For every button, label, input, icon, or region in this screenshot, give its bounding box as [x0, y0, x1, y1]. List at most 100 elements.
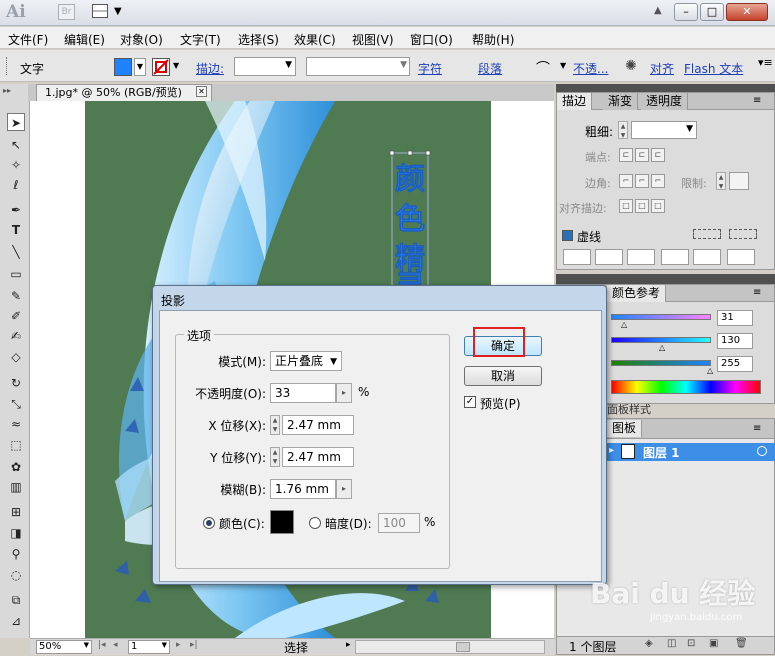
miter-join-icon[interactable]: ⌐ — [619, 174, 633, 188]
align-link[interactable]: 对齐 — [650, 60, 674, 77]
blue-value-field[interactable]: 255 — [717, 356, 753, 372]
close-tab-icon[interactable]: ✕ — [196, 86, 207, 97]
graph-tool-icon[interactable]: ▥ — [7, 478, 25, 496]
new-layer-icon[interactable]: ▣ — [709, 638, 718, 649]
menu-help[interactable]: 帮助(H) — [472, 31, 514, 48]
locate-object-icon[interactable]: ◈ — [645, 638, 653, 649]
new-sublayer-icon[interactable]: ⊡ — [687, 638, 695, 649]
control-panel-menu-icon[interactable]: ▾≡ — [758, 56, 773, 69]
toolbox-collapse-icon[interactable]: ▸▸ — [3, 86, 11, 95]
panel-dock-header[interactable] — [556, 84, 775, 92]
align-inside-icon[interactable]: □ — [635, 199, 649, 213]
limit-field[interactable] — [729, 172, 749, 190]
color-radio[interactable] — [203, 517, 215, 529]
rotate-tool-icon[interactable]: ↻ — [7, 374, 25, 392]
last-page-icon[interactable]: ▸| — [190, 640, 198, 650]
scrollbar-thumb[interactable] — [456, 642, 470, 652]
green-slider-handle[interactable]: △ — [659, 343, 665, 352]
eyedropper-tool-icon[interactable]: ⚲ — [7, 545, 25, 563]
horizontal-scrollbar[interactable] — [355, 640, 545, 654]
menu-window[interactable]: 窗口(O) — [410, 31, 453, 48]
expand-arrow-icon[interactable]: ▸ — [609, 445, 614, 456]
zoom-field[interactable]: 50% ▼ — [36, 640, 92, 654]
prev-page-icon[interactable]: ◂ — [113, 640, 118, 650]
status-menu-arrow[interactable]: ▸ — [346, 640, 351, 650]
direct-selection-tool-icon[interactable]: ↖ — [7, 136, 25, 154]
weight-field[interactable]: ▼ — [631, 121, 697, 139]
envelope-dropdown-arrow[interactable]: ▼ — [560, 61, 566, 70]
x-offset-input[interactable]: 2.47 mm — [282, 415, 354, 435]
menu-effect[interactable]: 效果(C) — [294, 31, 336, 48]
dash-preset-2-icon[interactable] — [729, 229, 757, 239]
menu-select[interactable]: 选择(S) — [238, 31, 279, 48]
bridge-button[interactable]: Br — [58, 4, 75, 20]
eraser-tool-icon[interactable]: ◇ — [7, 348, 25, 366]
line-tool-icon[interactable]: ╲ — [7, 243, 25, 261]
blob-brush-tool-icon[interactable]: ✍ — [7, 327, 25, 345]
paragraph-link[interactable]: 段落 — [478, 60, 502, 77]
grip-handle[interactable] — [6, 57, 9, 75]
magic-wand-tool-icon[interactable]: ✧ — [7, 156, 25, 174]
tab-stroke[interactable]: 描边 — [557, 93, 593, 110]
x-offset-spinner[interactable]: ▲ ▼ — [270, 415, 280, 435]
pencil-tool-icon[interactable]: ✐ — [7, 307, 25, 325]
recolor-icon[interactable]: ✺ — [625, 58, 637, 74]
align-outside-icon[interactable]: □ — [651, 199, 665, 213]
delete-layer-icon[interactable]: 🗑 — [735, 638, 748, 649]
flash-text-link[interactable]: Flash 文本 — [684, 60, 743, 77]
bevel-join-icon[interactable]: ⌐ — [651, 174, 665, 188]
stroke-none-swatch[interactable] — [152, 58, 170, 76]
color-panel-menu-icon[interactable]: ≡ — [753, 287, 761, 298]
free-transform-tool-icon[interactable]: ⬚ — [7, 436, 25, 454]
blue-slider-handle[interactable]: △ — [707, 366, 713, 375]
preview-checkbox[interactable]: ✓ — [464, 396, 476, 408]
butt-cap-icon[interactable]: ⊏ — [619, 148, 633, 162]
gradient-tool-icon[interactable]: ◨ — [7, 524, 25, 542]
menu-type[interactable]: 文字(T) — [180, 31, 221, 48]
paintbrush-tool-icon[interactable]: ✎ — [7, 287, 25, 305]
layers-panel-menu-icon[interactable]: ≡ — [753, 423, 761, 434]
tab-layers[interactable]: 图板 — [607, 420, 643, 437]
tab-transparency[interactable]: 透明度 — [641, 93, 689, 110]
blend-tool-icon[interactable]: ◌ — [7, 566, 25, 584]
projecting-cap-icon[interactable]: ⊏ — [651, 148, 665, 162]
gap-field-2[interactable] — [661, 249, 689, 265]
maximize-button[interactable]: □ — [700, 3, 724, 21]
layer-target-icon[interactable] — [757, 446, 767, 456]
dash-field-2[interactable] — [627, 249, 655, 265]
opacity-arrow-icon[interactable]: ▸ — [336, 383, 352, 403]
align-center-icon[interactable]: □ — [619, 199, 633, 213]
layer-row[interactable]: ▸ 图层 1 — [607, 443, 775, 461]
fill-color-swatch[interactable] — [114, 58, 132, 76]
dashed-checkbox[interactable] — [562, 230, 573, 241]
shadow-color-swatch[interactable] — [270, 510, 294, 534]
dash-field-3[interactable] — [693, 249, 721, 265]
dash-field-1[interactable] — [563, 249, 591, 265]
next-page-icon[interactable]: ▸ — [176, 640, 181, 650]
mode-select[interactable]: 正片叠底 ▼ — [270, 351, 342, 371]
gap-field-1[interactable] — [595, 249, 623, 265]
envelope-icon[interactable]: ⌒ — [536, 58, 550, 78]
opacity-input[interactable]: 33 — [270, 383, 336, 403]
character-link[interactable]: 字符 — [418, 60, 442, 77]
stroke-weight-field[interactable]: ▼ — [234, 57, 296, 76]
round-cap-icon[interactable]: ⊏ — [635, 148, 649, 162]
menu-object[interactable]: 对象(O) — [120, 31, 163, 48]
font-family-field[interactable]: ▼ — [306, 57, 410, 76]
tab-gradient[interactable]: 渐变 — [603, 93, 639, 110]
color-panel-header[interactable] — [556, 274, 775, 284]
y-offset-spinner[interactable]: ▲ ▼ — [270, 447, 280, 467]
tab-color-guide[interactable]: 颜色参考 — [607, 285, 667, 302]
dash-preset-1-icon[interactable] — [693, 229, 721, 239]
rectangle-tool-icon[interactable]: ▭ — [7, 265, 25, 283]
blur-input[interactable]: 1.76 mm — [270, 479, 336, 499]
green-value-field[interactable]: 130 — [717, 333, 753, 349]
red-value-field[interactable]: 31 — [717, 310, 753, 326]
limit-spinner[interactable]: ▲ ▼ — [716, 172, 726, 190]
document-tab[interactable]: 1.jpg* @ 50% (RGB/预览) — [36, 84, 212, 101]
arrange-documents-icon[interactable] — [92, 4, 108, 18]
blur-arrow-icon[interactable]: ▸ — [336, 479, 352, 499]
gap-field-3[interactable] — [727, 249, 755, 265]
fill-dropdown-arrow[interactable]: ▼ — [134, 58, 146, 76]
panel-menu-icon[interactable]: ≡ — [753, 95, 761, 106]
